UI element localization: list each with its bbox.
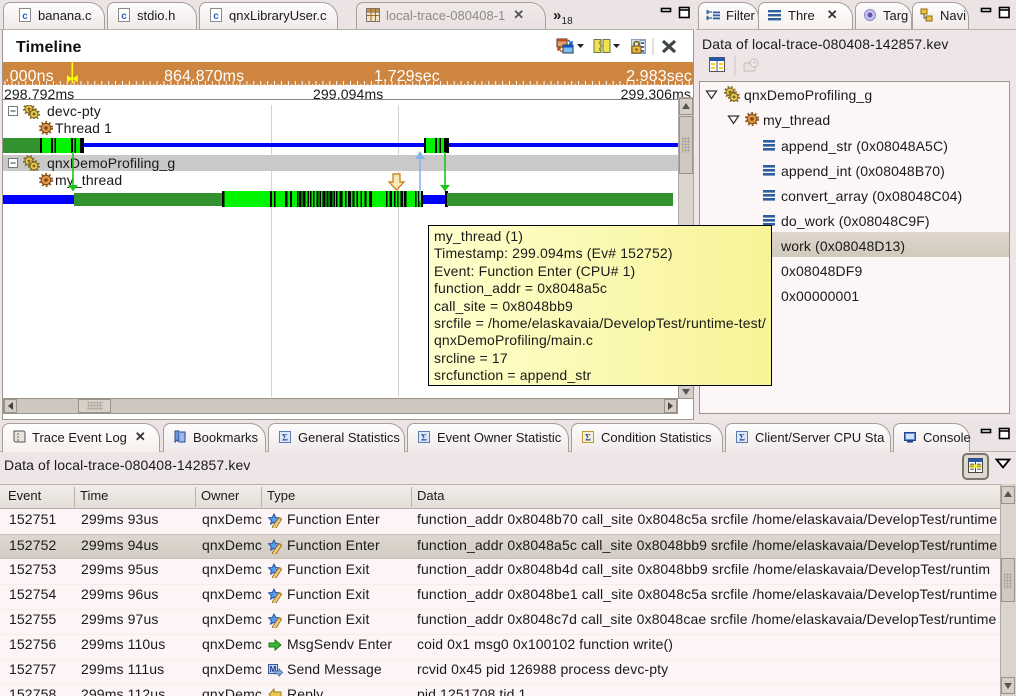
svg-text:c: c	[213, 11, 219, 22]
svg-text:c: c	[22, 11, 28, 22]
svg-text:1.729sec: 1.729sec	[374, 68, 440, 85]
svg-text:Σ: Σ	[421, 433, 427, 443]
svg-text:2.983sec: 2.983sec	[626, 68, 692, 85]
svg-text:864.870ms: 864.870ms	[164, 68, 244, 85]
svg-text:Σ: Σ	[282, 433, 288, 443]
svg-text:.000ns: .000ns	[5, 68, 54, 85]
svg-text:c: c	[121, 11, 127, 22]
svg-text:Σ: Σ	[739, 433, 745, 443]
svg-text:Σ: Σ	[585, 433, 591, 443]
